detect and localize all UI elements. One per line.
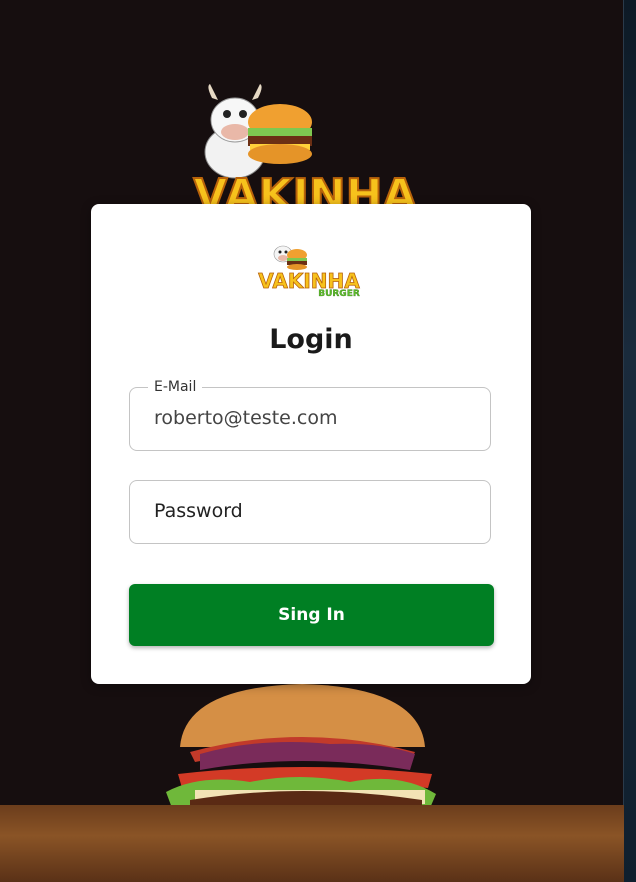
cow-burger-mascot-icon (204, 84, 312, 179)
login-page: VAKINHA VAKINHA BURGER Login E-Mail robe… (0, 0, 636, 882)
email-input[interactable] (154, 388, 464, 449)
password-input[interactable] (154, 481, 464, 542)
background-logo: VAKINHA (192, 84, 418, 212)
card-logo-subtitle: BURGER (318, 289, 360, 299)
login-card: VAKINHA BURGER Login E-Mail Password Sin… (91, 204, 531, 684)
wooden-table (0, 805, 624, 882)
card-logo: VAKINHA BURGER (258, 245, 361, 299)
page-title: Login (269, 324, 353, 355)
background-window-strip (624, 0, 636, 882)
email-field[interactable]: E-Mail (129, 378, 491, 451)
sign-in-button[interactable]: Sing In (129, 584, 494, 646)
cow-burger-mascot-icon (273, 245, 307, 270)
password-field[interactable]: Password (129, 480, 491, 544)
